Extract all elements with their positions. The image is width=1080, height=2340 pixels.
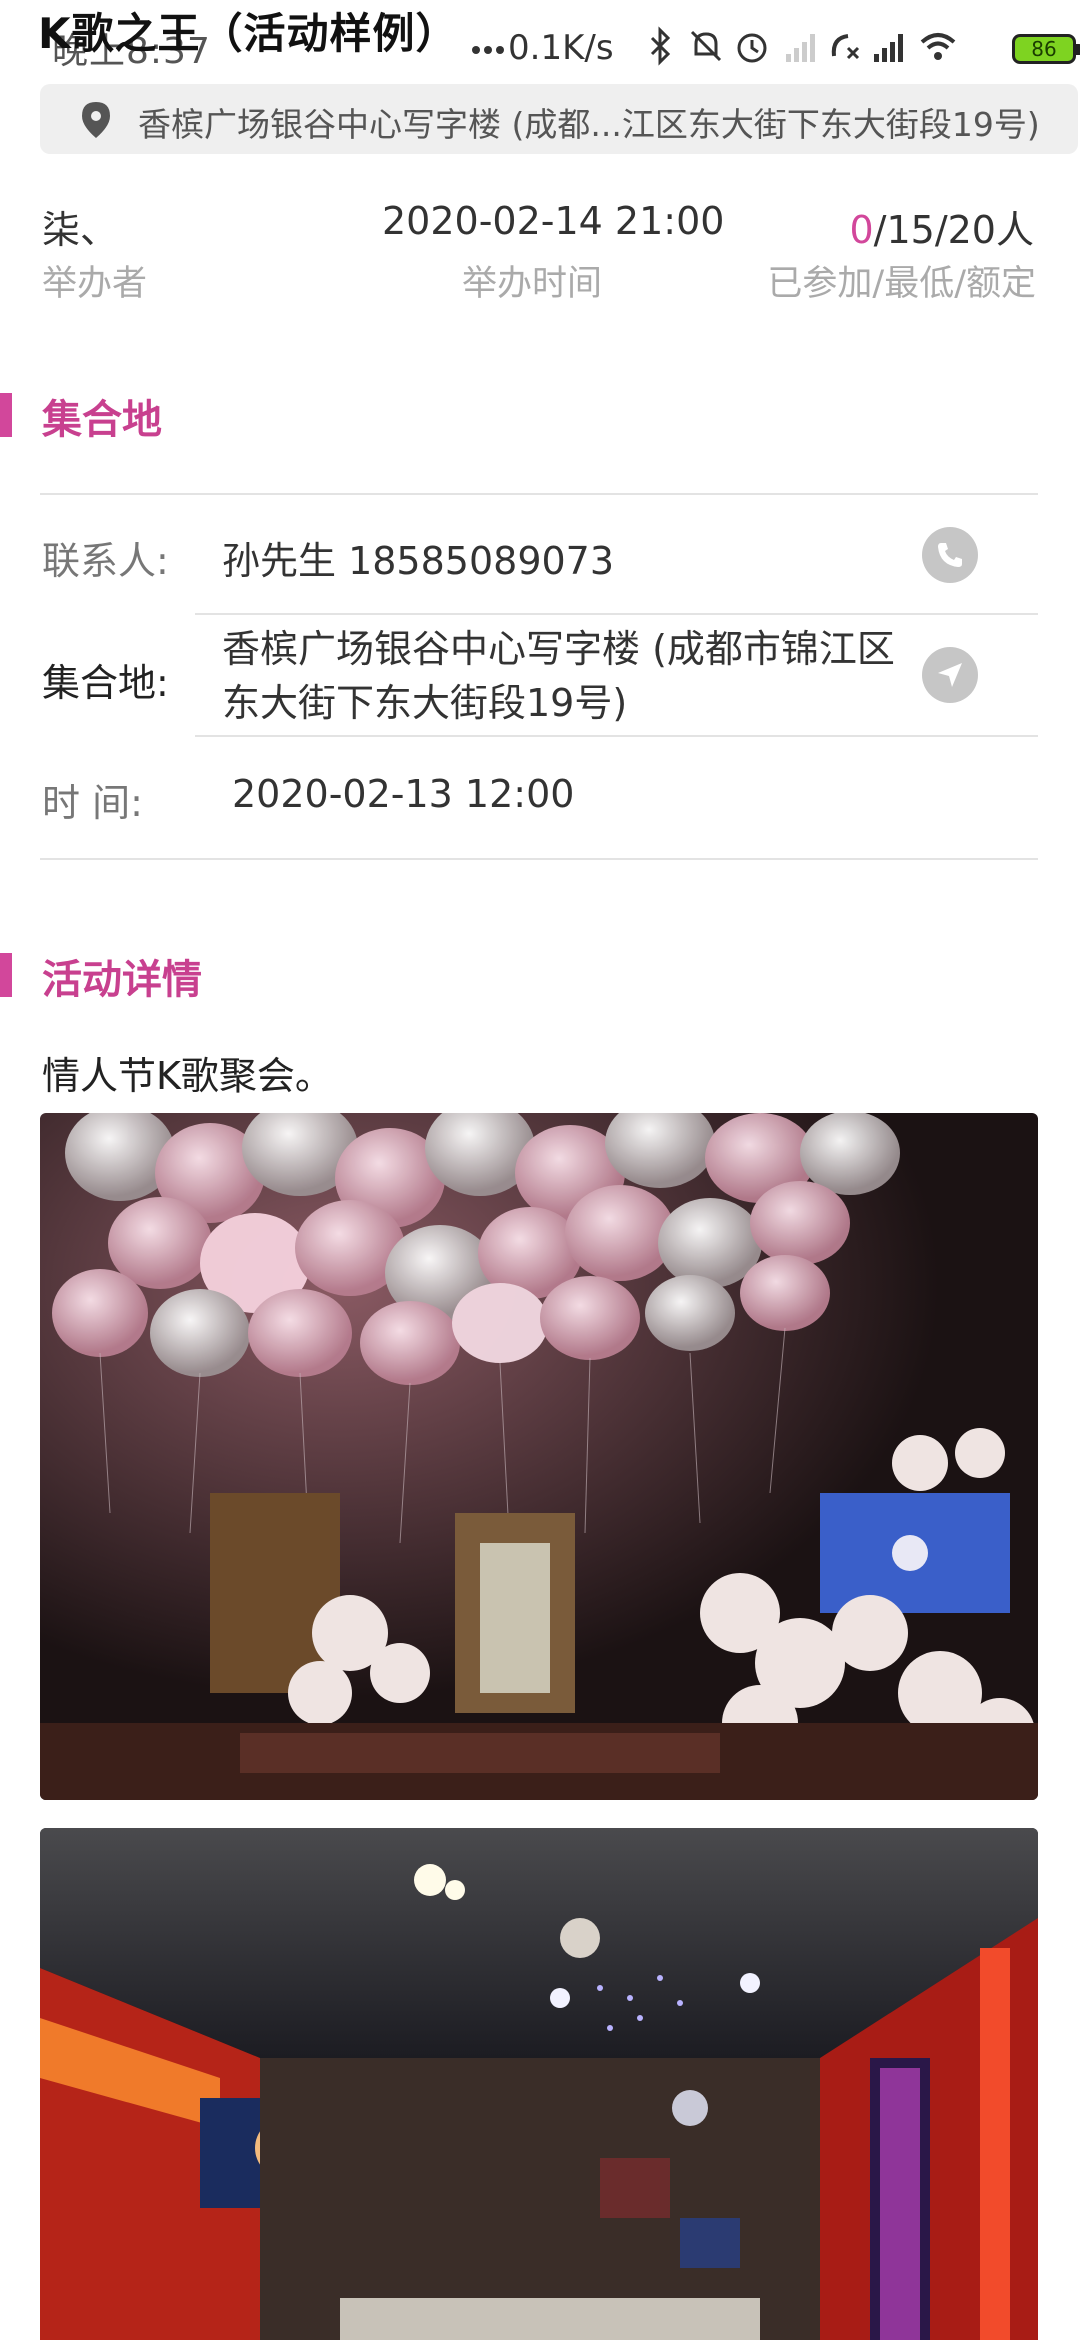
status-bar: 晚上8:37 K歌之王（活动样例） 0.1K/s 86	[0, 0, 1080, 80]
signal-weak-icon	[786, 34, 815, 62]
detail-section-title: 活动详情	[42, 957, 202, 1003]
alarm-icon	[737, 33, 767, 63]
participants-label: 已参加/最低/额定	[767, 264, 1036, 304]
event-photo-ktv-room[interactable]	[40, 1828, 1038, 2340]
location-pin-icon	[82, 102, 110, 138]
meeting-section-title: 集合地	[42, 397, 162, 443]
meeting-time-value: 2020-02-13 12:00	[232, 772, 575, 816]
divider	[195, 613, 1038, 615]
mute-bell-icon	[690, 30, 722, 62]
battery-icon: 86	[1012, 34, 1080, 64]
event-info-row: 柒、 举办者 2020-02-14 21:00 举办时间 0/15/20人 已参…	[0, 195, 1080, 315]
section-accent-bar	[0, 393, 12, 437]
contact-value: 孙先生 18585089073	[222, 539, 615, 583]
place-value: 香槟广场银谷中心写字楼 (成都市锦江区东大街下东大街段19号)	[222, 627, 895, 725]
call-blocked-icon	[831, 34, 860, 60]
ktv-room-image	[40, 1828, 1038, 2340]
signal-strong-icon	[874, 34, 903, 62]
meeting-section-header: 集合地	[0, 385, 1080, 445]
participants-value: 0/15/20人	[849, 199, 1034, 254]
page-title: K歌之王（活动样例）	[38, 9, 459, 58]
event-time-value: 2020-02-14 21:00	[382, 199, 725, 243]
bluetooth-icon	[650, 26, 671, 66]
organizer-name[interactable]: 柒、	[42, 199, 118, 254]
divider	[195, 735, 1038, 737]
event-photo-balloons[interactable]	[40, 1113, 1038, 1800]
status-icons: 0.1K/s 86	[460, 20, 1080, 72]
divider	[40, 858, 1038, 860]
participants-rest: /15/20人	[873, 208, 1034, 252]
organizer-label: 举办者	[42, 264, 148, 304]
balloon-room-image	[40, 1113, 1038, 1800]
meeting-time-label: 时 间:	[42, 781, 143, 825]
network-speed: 0.1K/s	[508, 28, 614, 68]
wifi-icon	[920, 33, 956, 60]
navigate-button[interactable]	[922, 647, 978, 703]
event-time-label: 举办时间	[462, 264, 603, 304]
activity-detail-page: 晚上8:37 K歌之王（活动样例） 0.1K/s 86 香槟广场银谷中心写字楼 …	[0, 0, 1080, 2340]
contact-label: 联系人:	[42, 539, 169, 583]
participants-joined: 0	[849, 208, 874, 252]
call-button[interactable]	[922, 527, 978, 583]
navigate-icon	[938, 663, 962, 687]
address-text: 香槟广场银谷中心写字楼 (成都...江区东大街下东大街段19号)	[138, 105, 1040, 144]
address-bar[interactable]: 香槟广场银谷中心写字楼 (成都...江区东大街下东大街段19号)	[40, 84, 1078, 154]
place-label: 集合地:	[42, 661, 169, 705]
section-accent-bar	[0, 953, 12, 997]
event-description: 情人节K歌聚会。	[42, 1054, 333, 1098]
divider	[40, 493, 1038, 495]
more-dots-icon	[472, 46, 504, 54]
detail-section-header: 活动详情	[0, 945, 1080, 1005]
phone-icon	[938, 543, 962, 567]
